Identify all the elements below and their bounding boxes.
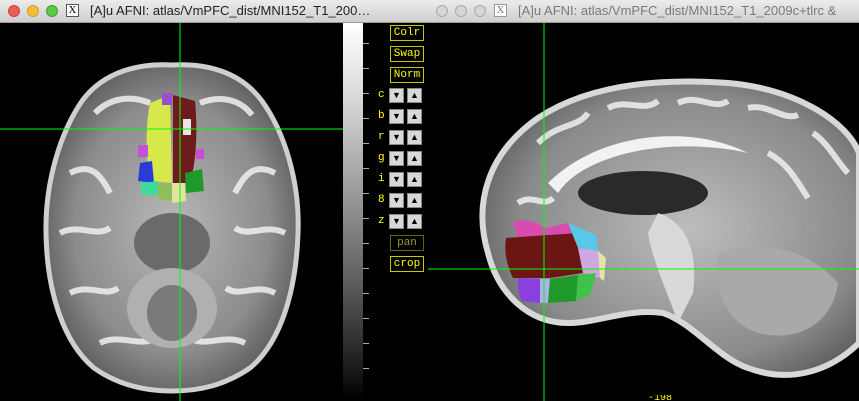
crop-button[interactable]: crop [390,256,424,272]
decrease-r-arrow-icon[interactable]: ▼ [389,130,404,145]
row-label-r: r [378,131,385,143]
decrease-8-arrow-icon[interactable]: ▼ [389,193,404,208]
bottom-readout: -198 [648,395,673,401]
colr-button[interactable]: Colr [390,25,424,41]
x11-icon: X [494,4,507,17]
left-image-window: X [A]u AFNI: atlas/VmPFC_dist/MNI152_T1_… [0,0,428,401]
minimize-button[interactable] [27,5,39,17]
decrease-z-arrow-icon[interactable]: ▼ [389,214,404,229]
colorbar-ticks [363,23,375,401]
row-label-g: g [378,152,385,164]
increase-z-arrow-icon[interactable]: ▲ [407,214,422,229]
control-panel: Colr Swap Norm c ▼ ▲ b ▼ ▲ r ▼ ▲ g ▼ ▲ i… [343,23,428,401]
right-titlebar[interactable]: X [A]u AFNI: atlas/VmPFC_dist/MNI152_T1_… [428,0,859,23]
zoom-button[interactable] [46,5,58,17]
increase-r-arrow-icon[interactable]: ▲ [407,130,422,145]
increase-c-arrow-icon[interactable]: ▲ [407,88,422,103]
norm-button[interactable]: Norm [390,67,424,83]
close-button[interactable] [8,5,20,17]
close-button[interactable] [436,5,448,17]
swap-button[interactable]: Swap [390,46,424,62]
increase-i-arrow-icon[interactable]: ▲ [407,172,422,187]
sagittal-brain-view[interactable]: -198 [428,23,859,401]
left-titlebar[interactable]: X [A]u AFNI: atlas/VmPFC_dist/MNI152_T1_… [0,0,428,23]
row-label-z: z [378,215,385,227]
decrease-c-arrow-icon[interactable]: ▼ [389,88,404,103]
axial-brain-view[interactable] [0,23,343,401]
row-label-i: i [378,173,385,185]
axial-brain-image [0,23,343,401]
zoom-button[interactable] [474,5,486,17]
row-label-b: b [378,110,385,122]
increase-8-arrow-icon[interactable]: ▲ [407,193,422,208]
increase-b-arrow-icon[interactable]: ▲ [407,109,422,124]
window-title: [A]u AFNI: atlas/VmPFC_dist/MNI152_T1_20… [518,3,837,18]
decrease-b-arrow-icon[interactable]: ▼ [389,109,404,124]
right-image-window: X [A]u AFNI: atlas/VmPFC_dist/MNI152_T1_… [428,0,859,401]
decrease-i-arrow-icon[interactable]: ▼ [389,172,404,187]
decrease-g-arrow-icon[interactable]: ▼ [389,151,404,166]
row-label-c: c [378,89,385,101]
pan-button[interactable]: pan [390,235,424,251]
grayscale-colorbar[interactable] [343,23,363,401]
increase-g-arrow-icon[interactable]: ▲ [407,151,422,166]
row-label-8: 8 [378,194,385,206]
sagittal-brain-image [428,23,859,401]
x11-icon: X [66,4,79,17]
window-title: [A]u AFNI: atlas/VmPFC_dist/MNI152_T1_20… [90,3,371,18]
minimize-button[interactable] [455,5,467,17]
